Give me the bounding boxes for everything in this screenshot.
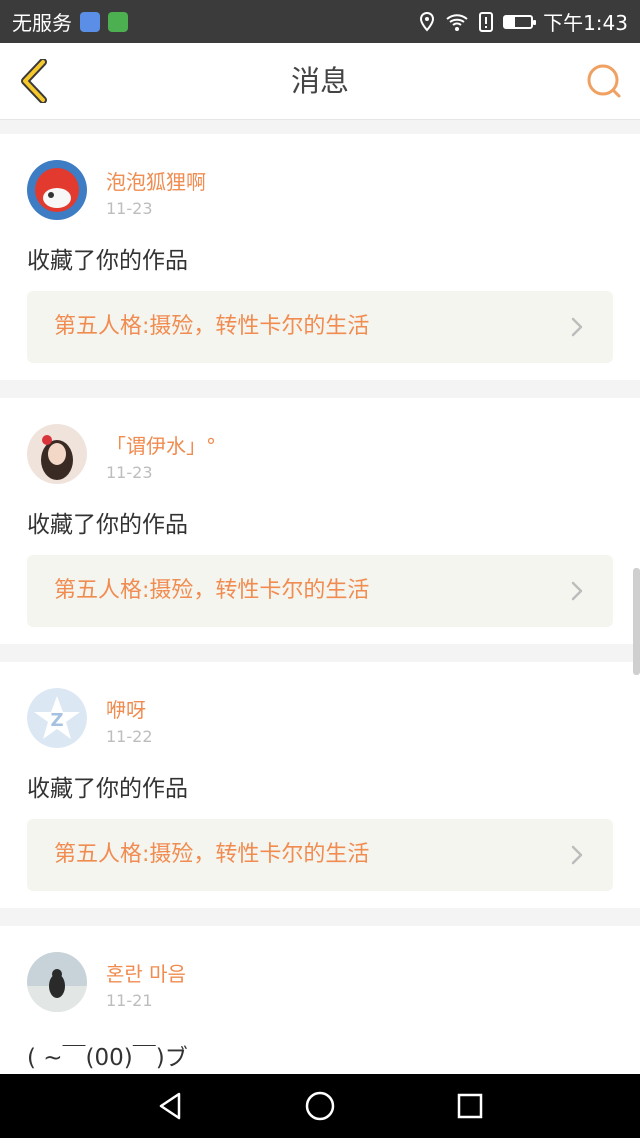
- username[interactable]: 「谓伊水」°: [106, 430, 216, 459]
- avatar[interactable]: [27, 424, 87, 484]
- work-title: 第五人格:摄殓，转性卡尔的生活: [54, 842, 370, 867]
- status-bar: 无服务 下午1:43: [0, 0, 640, 43]
- message-action: 收藏了你的作品: [27, 776, 188, 802]
- message-date: 11-21: [106, 991, 153, 1010]
- search-button[interactable]: [584, 61, 624, 101]
- triangle-back-icon: [159, 1092, 181, 1120]
- work-title: 第五人格:摄殓，转性卡尔的生活: [54, 314, 370, 339]
- sim-alert-icon: [479, 11, 494, 32]
- play-store-icon: [108, 11, 128, 32]
- message-card: Z 咿呀 11-22 收藏了你的作品 第五人格:摄殓，转性卡尔的生活: [0, 662, 640, 908]
- wifi-icon: [446, 13, 468, 31]
- nav-recents-button[interactable]: [450, 1086, 490, 1126]
- work-link[interactable]: 第五人格:摄殓，转性卡尔的生活: [27, 555, 613, 627]
- header-bar: 消息: [0, 43, 640, 120]
- avatar[interactable]: Z: [27, 688, 87, 748]
- svg-text:Z: Z: [50, 710, 63, 731]
- circle-home-icon: [305, 1091, 335, 1121]
- message-date: 11-23: [106, 463, 153, 482]
- search-icon: [587, 64, 621, 98]
- username[interactable]: 泡泡狐狸啊: [106, 166, 206, 195]
- battery-icon: [503, 14, 537, 29]
- nav-back-button[interactable]: [150, 1086, 190, 1126]
- message-card: 「谓伊水」° 11-23 收藏了你的作品 第五人格:摄殓，转性卡尔的生活: [0, 398, 640, 644]
- message-date: 11-22: [106, 727, 153, 746]
- message-action: 收藏了你的作品: [27, 248, 188, 274]
- system-nav-bar: [0, 1074, 640, 1138]
- scrollbar[interactable]: [633, 568, 640, 675]
- avatar[interactable]: [27, 952, 87, 1012]
- message-card: 혼란 마음 11-21 ( ~￣(00)￣)ブ: [0, 926, 640, 1086]
- work-title: 第五人格:摄殓，转性卡尔的生活: [54, 578, 370, 603]
- message-card: 泡泡狐狸啊 11-23 收藏了你的作品 第五人格:摄殓，转性卡尔的生活: [0, 134, 640, 380]
- message-date: 11-23: [106, 199, 153, 218]
- chevron-right-icon: [571, 581, 583, 601]
- location-icon: [420, 11, 435, 31]
- work-link[interactable]: 第五人格:摄殓，转性卡尔的生活: [27, 291, 613, 363]
- username[interactable]: 咿呀: [106, 694, 146, 723]
- message-action: 收藏了你的作品: [27, 512, 188, 538]
- square-recents-icon: [457, 1093, 483, 1119]
- status-time: 下午1:43: [543, 11, 628, 35]
- message-action: ( ~￣(00)￣)ブ: [27, 1045, 188, 1071]
- chevron-right-icon: [571, 317, 583, 337]
- chevron-right-icon: [571, 845, 583, 865]
- avatar[interactable]: [27, 160, 87, 220]
- carrier-text: 无服务: [12, 11, 72, 35]
- username[interactable]: 혼란 마음: [106, 958, 186, 987]
- work-link[interactable]: 第五人格:摄殓，转性卡尔的生活: [27, 819, 613, 891]
- baidu-paw-icon: [80, 11, 100, 32]
- page-title: 消息: [290, 64, 349, 98]
- nav-home-button[interactable]: [300, 1086, 340, 1126]
